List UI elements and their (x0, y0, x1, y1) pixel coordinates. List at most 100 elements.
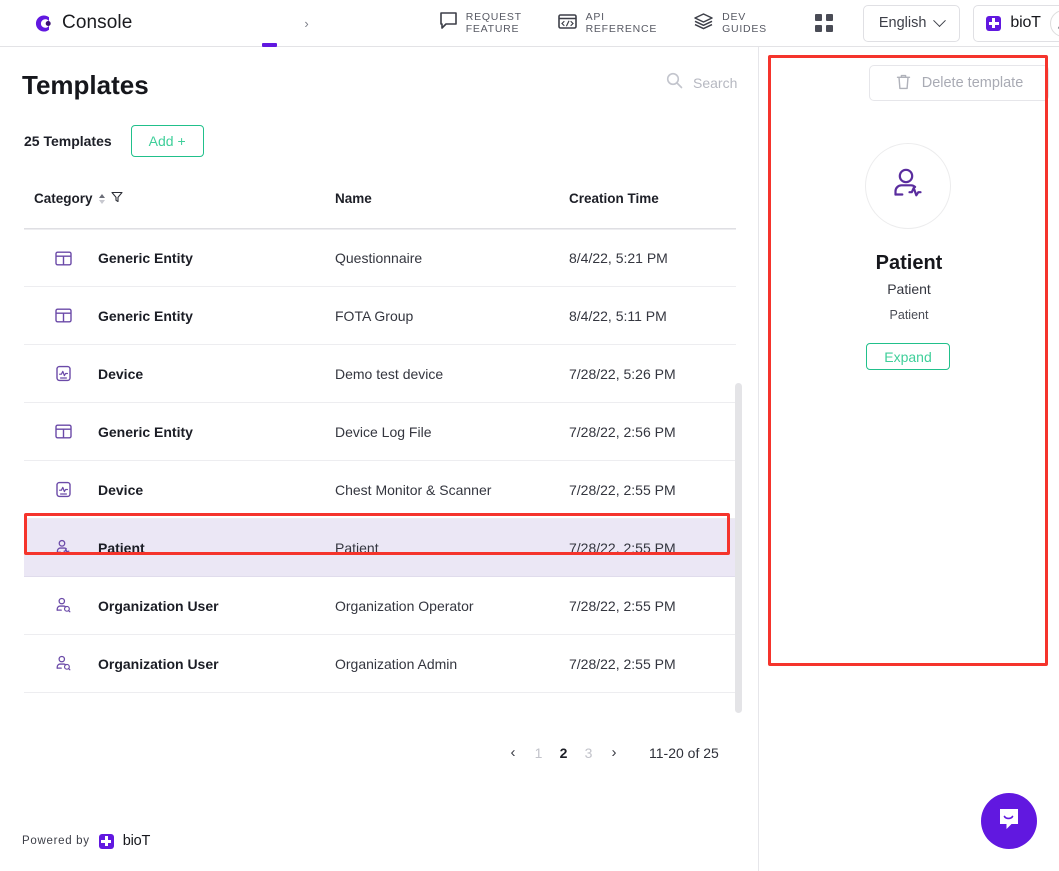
row-creation-time: 7/28/22, 2:55 PM (569, 655, 676, 672)
table-row[interactable]: Device Demo test device 7/28/22, 5:26 PM (24, 345, 736, 403)
table-row[interactable]: Generic Entity FOTA Group 8/4/22, 5:11 PM (24, 287, 736, 345)
generic-entity-icon (52, 306, 74, 325)
biot-logo-icon (986, 15, 1002, 31)
search-placeholder: Search (693, 75, 738, 91)
row-creation-time: 8/4/22, 5:11 PM (569, 307, 667, 324)
expand-button[interactable]: Expand (866, 343, 950, 370)
column-header-category-label: Category (34, 191, 93, 206)
pagination-range-label: 11-20 of 25 (649, 744, 719, 761)
row-category: Generic Entity (98, 307, 193, 324)
chevron-down-icon (933, 13, 947, 27)
biot-logo-icon (98, 833, 114, 849)
add-template-button[interactable]: Add + (130, 125, 204, 157)
column-header-creation-time[interactable]: Creation Time (569, 191, 659, 206)
nav-dev-guides[interactable]: DEV GUIDES (675, 11, 785, 35)
row-creation-time: 7/28/22, 2:55 PM (569, 539, 676, 556)
apps-grid-icon[interactable] (814, 14, 833, 32)
organization-user-icon (52, 596, 74, 615)
footer: Powered by bioT (22, 833, 150, 849)
chat-smile-icon (995, 805, 1023, 838)
generic-entity-icon (52, 422, 74, 441)
row-category: Device (98, 365, 144, 382)
table-row[interactable]: Device Chest Monitor & Scanner 7/28/22, 2:… (24, 461, 736, 519)
row-name: Demo test device (335, 365, 444, 382)
details-title: Patient (875, 252, 943, 274)
search-input[interactable]: Search (666, 72, 737, 94)
console-brand-label: Console (62, 12, 133, 33)
row-name: Questionnaire (335, 250, 423, 266)
row-name: Organization Admin (335, 655, 458, 672)
column-header-name[interactable]: Name (335, 191, 372, 206)
row-category: Organization User (98, 655, 219, 672)
console-templates-page: Console › REQUEST FEATURE API REFERENCE (0, 0, 1059, 871)
language-selector[interactable]: English (862, 4, 961, 42)
templates-table-body: Generic Entity Questionnaire 8/4/22, 5:21 … (24, 229, 736, 721)
row-name: FOTA Group (335, 307, 414, 324)
language-selector-label: English (878, 15, 927, 31)
nav-api-reference-label: API REFERENCE (585, 11, 658, 35)
delete-template-button[interactable]: Delete template (869, 65, 1049, 101)
row-category: Organization User (98, 597, 219, 614)
nav-dev-guides-label: DEV GUIDES (722, 11, 767, 35)
patient-icon (52, 538, 74, 557)
row-name: Patient (335, 539, 379, 556)
table-row[interactable]: Generic Entity Device Log File 7/28/22, 2:… (24, 403, 736, 461)
footer-brand-label: bioT (122, 833, 151, 849)
row-category: Device (98, 481, 144, 498)
search-icon (666, 72, 683, 94)
organization-user-icon (52, 654, 74, 673)
header-nav: REQUEST FEATURE API REFERENCE DEV GUIDES (421, 11, 785, 35)
row-creation-time: 7/28/22, 2:55 PM (569, 481, 676, 498)
page-title: Templates (22, 70, 149, 100)
footer-powered-by-label: Powered by (22, 835, 90, 847)
details-caption: Patient (889, 308, 929, 322)
sort-arrows-icon[interactable] (98, 193, 105, 204)
trash-icon (895, 73, 912, 94)
breadcrumb-chevron-icon[interactable]: › (304, 16, 308, 31)
templates-count-label: 25 Templates (24, 133, 112, 149)
pagination-next[interactable]: › (601, 744, 627, 761)
top-header: Console › REQUEST FEATURE API REFERENCE (0, 0, 1059, 47)
delete-template-label: Delete template (921, 75, 1024, 91)
filter-funnel-icon[interactable] (110, 191, 123, 206)
row-name: Organization Operator (335, 597, 474, 614)
table-row[interactable]: Patient Patient 7/28/22, 2:55 PM (24, 519, 736, 577)
generic-entity-icon (52, 249, 74, 268)
template-avatar (865, 143, 951, 229)
nav-api-reference[interactable]: API REFERENCE (540, 11, 676, 35)
row-category: Patient (98, 539, 145, 556)
table-row[interactable]: Organization User Organization Admin 7/28/… (24, 635, 736, 693)
pagination-page-1[interactable]: 1 (526, 745, 551, 761)
row-creation-time: 7/28/22, 2:55 PM (569, 597, 676, 614)
account-brand-label: bioT (1010, 14, 1041, 31)
table-header: Category Name Creation Time (24, 191, 736, 229)
device-icon (52, 364, 74, 383)
code-window-icon (557, 12, 578, 35)
patient-icon (886, 162, 930, 211)
row-creation-time: 7/28/22, 5:26 PM (569, 365, 676, 382)
row-category: Generic Entity (98, 423, 193, 440)
details-subtitle: Patient (887, 281, 931, 297)
account-menu[interactable]: bioT (973, 4, 1059, 42)
template-details-panel: Delete template Patient Patient Patient … (759, 47, 1059, 871)
row-creation-time: 7/28/22, 2:56 PM (569, 423, 676, 440)
templates-main: Templates Search 25 Templates Add + Cate… (0, 47, 758, 871)
pagination-page-2[interactable]: 2 (551, 745, 576, 761)
table-scrollbar[interactable] (735, 383, 742, 713)
table-row[interactable]: Organization User Organization Operator 7/… (24, 577, 736, 635)
console-logo-icon (34, 14, 53, 33)
pagination-prev[interactable]: ‹ (500, 744, 526, 761)
device-icon (52, 480, 74, 499)
table-row[interactable]: Generic Entity Questionnaire 8/4/22, 5:21 … (24, 229, 736, 287)
console-brand[interactable]: Console (34, 12, 132, 34)
pagination: ‹ 1 2 3 › 11-20 of 25 (500, 744, 719, 761)
nav-request-feature[interactable]: REQUEST FEATURE (421, 11, 540, 35)
pagination-page-3[interactable]: 3 (576, 745, 601, 761)
chat-bubble-icon (439, 11, 458, 35)
column-header-category[interactable]: Category (34, 191, 123, 206)
row-category: Generic Entity (98, 250, 193, 266)
nav-request-feature-label: REQUEST FEATURE (465, 11, 522, 35)
intercom-chat-button[interactable] (981, 793, 1037, 849)
avatar[interactable] (1049, 9, 1059, 37)
templates-count-row: 25 Templates Add + (24, 125, 204, 157)
